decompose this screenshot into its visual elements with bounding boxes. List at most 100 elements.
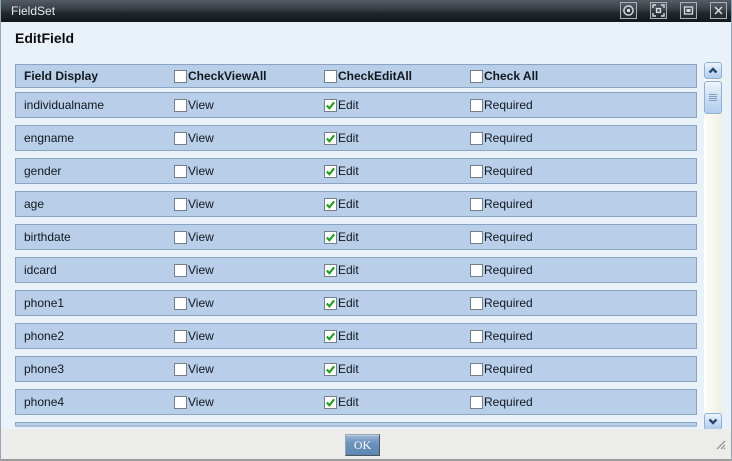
edit-checkbox[interactable] [324,296,337,310]
required-checkbox[interactable] [470,263,483,277]
field-name: phone4 [24,395,65,409]
page-title: EditField [15,30,75,46]
edit-label: Edit [338,98,359,112]
edit-label: Edit [338,230,359,244]
window-title: FieldSet [11,4,56,18]
check-view-all-label: CheckViewAll [188,69,267,83]
required-label: Required [484,197,533,211]
required-checkbox[interactable] [470,164,483,178]
edit-checkbox[interactable] [324,197,337,211]
required-label: Required [484,296,533,310]
chevron-up-icon [707,62,719,80]
field-name: birthdate [24,230,71,244]
edit-label: Edit [338,164,359,178]
footer-bar: OK [1,429,731,461]
view-label: View [188,362,214,376]
view-checkbox[interactable] [174,230,187,244]
view-checkbox[interactable] [174,263,187,277]
field-name: individualname [24,98,105,112]
restore-button[interactable] [680,2,697,19]
view-checkbox[interactable] [174,362,187,376]
edit-label: Edit [338,197,359,211]
edit-checkbox[interactable] [324,395,337,409]
table-row: birthdate View Edit Required [15,224,697,250]
edit-checkbox[interactable] [324,98,337,112]
shade-button[interactable] [620,2,637,19]
required-checkbox[interactable] [470,296,483,310]
view-checkbox[interactable] [174,296,187,310]
edit-checkbox[interactable] [324,263,337,277]
table-row: idcard View Edit Required [15,257,697,283]
shade-icon [622,4,635,17]
scroll-up-button[interactable] [704,62,722,79]
view-label: View [188,296,214,310]
edit-checkbox[interactable] [324,131,337,145]
required-label: Required [484,329,533,343]
field-name: age [24,197,45,211]
view-label: View [188,164,214,178]
maximize-icon [652,4,665,17]
view-label: View [188,230,214,244]
table-row: phone2 View Edit Required [15,323,697,349]
field-name: phone2 [24,329,65,343]
window-controls [620,2,727,19]
required-checkbox[interactable] [470,395,483,409]
required-checkbox[interactable] [470,131,483,145]
required-label: Required [484,131,533,145]
table-row: gender View Edit Required [15,158,697,184]
maximize-button[interactable] [650,2,667,19]
edit-label: Edit [338,131,359,145]
field-name: gender [24,164,62,178]
table-header-row: Field Display CheckViewAll CheckEditAll … [15,64,697,88]
edit-label: Edit [338,395,359,409]
edit-checkbox[interactable] [324,230,337,244]
edit-label: Edit [338,362,359,376]
field-name: engname [24,131,75,145]
required-checkbox[interactable] [470,98,483,112]
view-label: View [188,131,214,145]
required-checkbox[interactable] [470,230,483,244]
view-checkbox[interactable] [174,98,187,112]
table-row: phone4 View Edit Required [15,389,697,415]
check-view-all-checkbox[interactable] [174,69,187,83]
edit-label: Edit [338,329,359,343]
scroll-down-button[interactable] [704,413,722,430]
resize-grip-icon[interactable] [715,437,726,455]
view-checkbox[interactable] [174,131,187,145]
required-label: Required [484,263,533,277]
vertical-scrollbar[interactable] [704,62,722,430]
edit-checkbox[interactable] [324,164,337,178]
required-checkbox[interactable] [470,329,483,343]
view-checkbox[interactable] [174,197,187,211]
check-all-checkbox[interactable] [470,69,483,83]
close-button[interactable] [710,2,727,19]
view-checkbox[interactable] [174,329,187,343]
required-label: Required [484,395,533,409]
view-checkbox[interactable] [174,395,187,409]
check-edit-all-checkbox[interactable] [324,69,337,83]
required-label: Required [484,230,533,244]
edit-checkbox[interactable] [324,329,337,343]
table-row: engname View Edit Required [15,125,697,151]
view-label: View [188,98,214,112]
edit-label: Edit [338,263,359,277]
table-rows: individualname View Edit Required engnam… [15,92,697,415]
edit-checkbox[interactable] [324,362,337,376]
ok-button[interactable]: OK [345,434,380,456]
close-icon [712,4,725,17]
table-row-clipped [15,422,697,425]
restore-icon [682,4,695,17]
view-label: View [188,329,214,343]
table-row: individualname View Edit Required [15,92,697,118]
view-label: View [188,263,214,277]
table-row: age View Edit Required [15,191,697,217]
view-label: View [188,395,214,409]
fieldset-dialog: FieldSet EditField Field Display CheckVi… [0,0,732,461]
scrollbar-thumb[interactable] [704,81,722,114]
field-table-viewport: Field Display CheckViewAll CheckEditAll … [15,64,697,427]
required-checkbox[interactable] [470,362,483,376]
view-checkbox[interactable] [174,164,187,178]
required-label: Required [484,362,533,376]
required-checkbox[interactable] [470,197,483,211]
edit-label: Edit [338,296,359,310]
